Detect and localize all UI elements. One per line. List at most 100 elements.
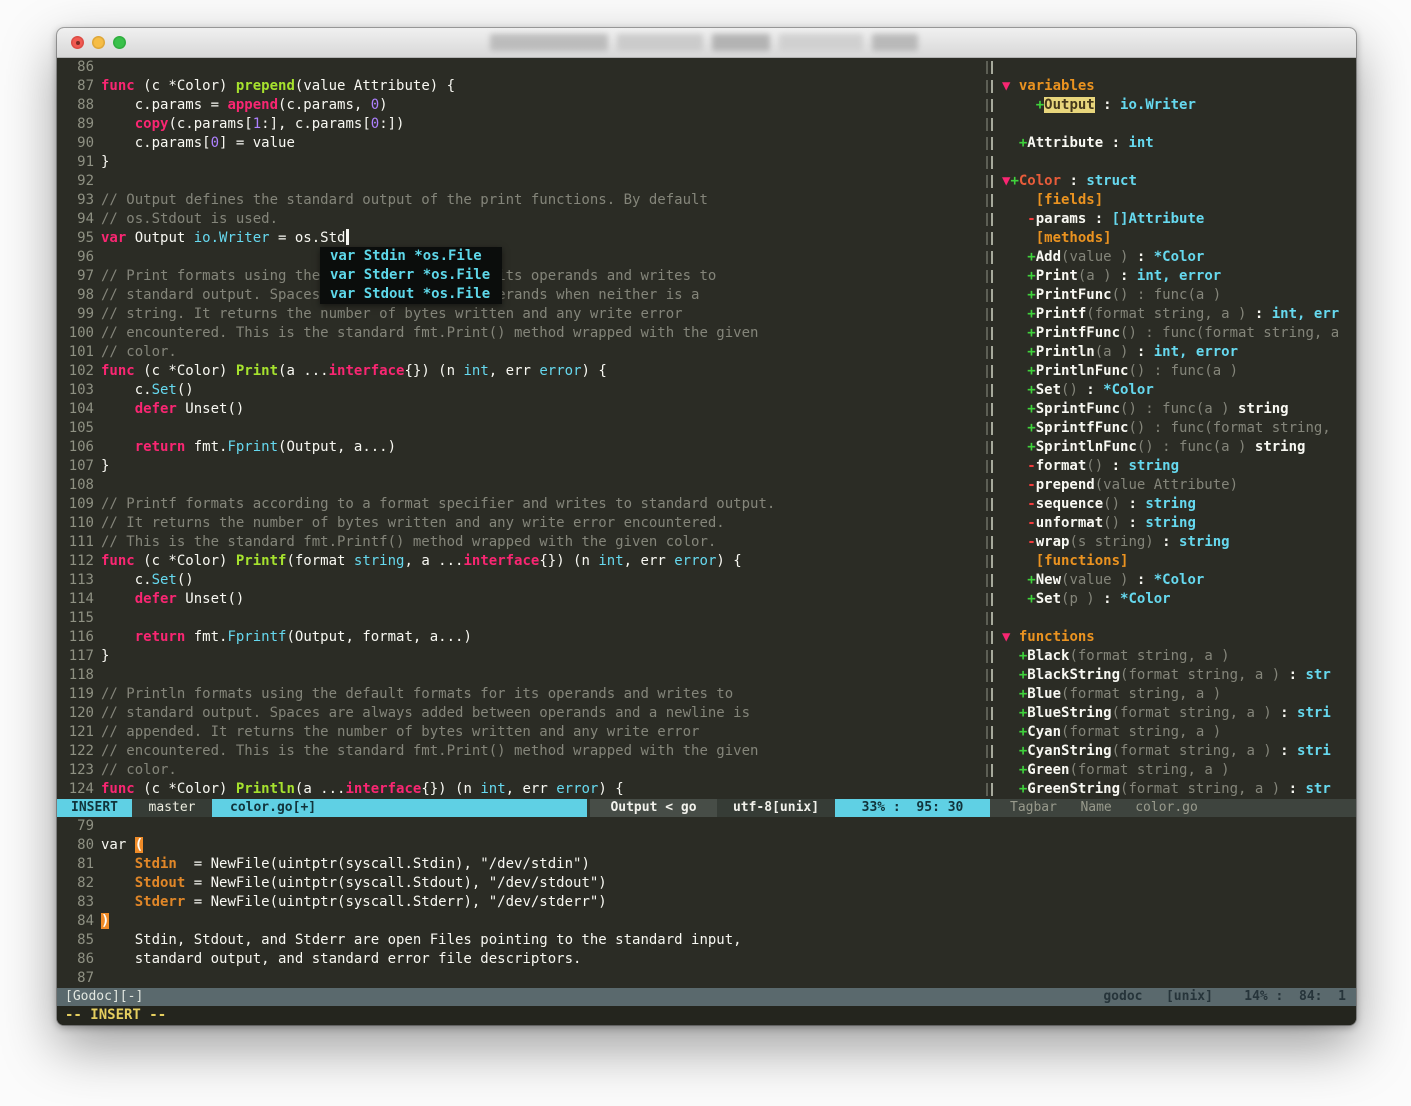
tagbar-entry[interactable]: ▼+Color : struct xyxy=(996,172,1356,191)
code-line[interactable]: 124func (c *Color) Println(a ...interfac… xyxy=(57,780,985,799)
code-line[interactable]: 113 c.Set() xyxy=(57,571,985,590)
code-line[interactable]: 110// It returns the number of bytes wri… xyxy=(57,514,985,533)
completion-popup[interactable]: var Stdin *os.Filevar Stderr *os.Filevar… xyxy=(320,247,502,304)
title-bar[interactable] xyxy=(57,28,1356,58)
completion-item[interactable]: var Stderr *os.File xyxy=(330,266,490,285)
tagbar-entry[interactable]: +CyanString(format string, a ) : stri xyxy=(996,742,1356,761)
code-line[interactable]: 98// standard output. Spaces are added b… xyxy=(57,286,985,305)
code-line[interactable]: 121// appended. It returns the number of… xyxy=(57,723,985,742)
code-line[interactable]: 119// Println formats using the default … xyxy=(57,685,985,704)
tagbar-entry[interactable] xyxy=(996,115,1356,134)
tagbar-entry[interactable]: +SprintFunc() : func(a ) string xyxy=(996,400,1356,419)
code-line[interactable]: 89 copy(c.params[1:], c.params[0:]) xyxy=(57,115,985,134)
code-window[interactable]: var Stdin *os.Filevar Stderr *os.Filevar… xyxy=(57,58,985,799)
tagbar-entry[interactable]: +Print(a ) : int, error xyxy=(996,267,1356,286)
godoc-line[interactable]: 84) xyxy=(57,912,1356,931)
completion-item[interactable]: var Stdin *os.File xyxy=(330,247,490,266)
tagbar-entry[interactable]: ▼ variables xyxy=(996,77,1356,96)
godoc-line[interactable]: 79 xyxy=(57,817,1356,836)
vertical-split-separator[interactable] xyxy=(985,58,996,799)
godoc-line[interactable]: 81 Stdin = NewFile(uintptr(syscall.Stdin… xyxy=(57,855,1356,874)
tagbar-entry[interactable]: [methods] xyxy=(996,229,1356,248)
tagbar-entry[interactable]: +SprintlnFunc() : func(a ) string xyxy=(996,438,1356,457)
tagbar-entry[interactable]: +PrintlnFunc() : func(a ) xyxy=(996,362,1356,381)
tagbar-entry[interactable]: +Cyan(format string, a ) xyxy=(996,723,1356,742)
code-line[interactable]: 118 xyxy=(57,666,985,685)
code-line[interactable]: 97// Print formats using the default for… xyxy=(57,267,985,286)
tagbar-entry[interactable]: ▼ functions xyxy=(996,628,1356,647)
godoc-line[interactable]: 86 standard output, and standard error f… xyxy=(57,950,1356,969)
code-line[interactable]: 100// encountered. This is the standard … xyxy=(57,324,985,343)
tagbar-entry[interactable]: -format() : string xyxy=(996,457,1356,476)
code-line[interactable]: 92 xyxy=(57,172,985,191)
tagbar-sidebar[interactable]: ▼ variables+Output : io.Writer +Attribute… xyxy=(996,58,1356,799)
code-line[interactable]: 122// encountered. This is the standard … xyxy=(57,742,985,761)
code-line[interactable]: 106 return fmt.Fprint(Output, a...) xyxy=(57,438,985,457)
godoc-line[interactable]: 85 Stdin, Stdout, and Stderr are open Fi… xyxy=(57,931,1356,950)
tagbar-entry[interactable] xyxy=(996,58,1356,77)
tagbar-entry[interactable]: +SprintfFunc() : func(format string, xyxy=(996,419,1356,438)
code-line[interactable]: 103 c.Set() xyxy=(57,381,985,400)
code-line[interactable]: 90 c.params[0] = value xyxy=(57,134,985,153)
tagbar-entry[interactable]: [functions] xyxy=(996,552,1356,571)
code-line[interactable]: 102func (c *Color) Print(a ...interface{… xyxy=(57,362,985,381)
tagbar-entry[interactable] xyxy=(996,153,1356,172)
code-line[interactable]: 99// string. It returns the number of by… xyxy=(57,305,985,324)
code-line[interactable]: 120// standard output. Spaces are always… xyxy=(57,704,985,723)
code-line[interactable]: 115 xyxy=(57,609,985,628)
godoc-line[interactable]: 83 Stderr = NewFile(uintptr(syscall.Stde… xyxy=(57,893,1356,912)
tagbar-entry[interactable]: +Set() : *Color xyxy=(996,381,1356,400)
godoc-window[interactable]: 7980var (81 Stdin = NewFile(uintptr(sysc… xyxy=(57,817,1356,988)
tagbar-entry[interactable]: +PrintFunc() : func(a ) xyxy=(996,286,1356,305)
code-line[interactable]: 107} xyxy=(57,457,985,476)
code-line[interactable]: 87func (c *Color) prepend(value Attribut… xyxy=(57,77,985,96)
godoc-line[interactable]: 82 Stdout = NewFile(uintptr(syscall.Stdo… xyxy=(57,874,1356,893)
tagbar-entry[interactable]: -prepend(value Attribute) xyxy=(996,476,1356,495)
code-line[interactable]: 95var Output io.Writer = os.Std xyxy=(57,229,985,248)
tagbar-entry[interactable]: +Blue(format string, a ) xyxy=(996,685,1356,704)
tagbar-entry[interactable]: +Attribute : int xyxy=(996,134,1356,153)
code-line[interactable]: 86 xyxy=(57,58,985,77)
code-line[interactable]: 108 xyxy=(57,476,985,495)
tagbar-entry[interactable]: -params : []Attribute xyxy=(996,210,1356,229)
tagbar-entry[interactable]: +New(value ) : *Color xyxy=(996,571,1356,590)
code-line[interactable]: 96 xyxy=(57,248,985,267)
tagbar-entry[interactable]: [fields] xyxy=(996,191,1356,210)
code-line[interactable]: 117} xyxy=(57,647,985,666)
tagbar-entry[interactable]: -sequence() : string xyxy=(996,495,1356,514)
tagbar-entry[interactable]: +Set(p ) : *Color xyxy=(996,590,1356,609)
tagbar-entry[interactable]: +Printf(format string, a ) : int, err xyxy=(996,305,1356,324)
code-line[interactable]: 104 defer Unset() xyxy=(57,400,985,419)
tag-token: () xyxy=(1120,325,1137,341)
code-line[interactable]: 111// This is the standard fmt.Printf() … xyxy=(57,533,985,552)
code-line[interactable]: 105 xyxy=(57,419,985,438)
code-line[interactable]: 116 return fmt.Fprintf(Output, format, a… xyxy=(57,628,985,647)
tagbar-entry[interactable]: +PrintfFunc() : func(format string, a xyxy=(996,324,1356,343)
tagbar-entry[interactable]: +Output : io.Writer xyxy=(996,96,1356,115)
tagbar-entry[interactable] xyxy=(996,609,1356,628)
code-line[interactable]: 123// color. xyxy=(57,761,985,780)
tagbar-entry[interactable]: +Add(value ) : *Color xyxy=(996,248,1356,267)
tagbar-entry[interactable]: +GreenString(format string, a ) : str xyxy=(996,780,1356,799)
code-line[interactable]: 112func (c *Color) Printf(format string,… xyxy=(57,552,985,571)
code-line[interactable]: 101// color. xyxy=(57,343,985,362)
zoom-button[interactable] xyxy=(113,36,126,49)
godoc-line[interactable]: 87 xyxy=(57,969,1356,988)
code-line[interactable]: 94// os.Stdout is used. xyxy=(57,210,985,229)
code-line[interactable]: 91} xyxy=(57,153,985,172)
tagbar-entry[interactable]: -unformat() : string xyxy=(996,514,1356,533)
minimize-button[interactable] xyxy=(92,36,105,49)
completion-item[interactable]: var Stdout *os.File xyxy=(330,285,490,304)
tagbar-entry[interactable]: +Green(format string, a ) xyxy=(996,761,1356,780)
tagbar-entry[interactable]: +BlackString(format string, a ) : str xyxy=(996,666,1356,685)
tagbar-entry[interactable]: +BlueString(format string, a ) : stri xyxy=(996,704,1356,723)
code-line[interactable]: 93// Output defines the standard output … xyxy=(57,191,985,210)
close-button[interactable] xyxy=(71,36,84,49)
godoc-line[interactable]: 80var ( xyxy=(57,836,1356,855)
tagbar-entry[interactable]: -wrap(s string) : string xyxy=(996,533,1356,552)
code-line[interactable]: 114 defer Unset() xyxy=(57,590,985,609)
code-line[interactable]: 88 c.params = append(c.params, 0) xyxy=(57,96,985,115)
code-line[interactable]: 109// Printf formats according to a form… xyxy=(57,495,985,514)
tagbar-entry[interactable]: +Println(a ) : int, error xyxy=(996,343,1356,362)
tagbar-entry[interactable]: +Black(format string, a ) xyxy=(996,647,1356,666)
